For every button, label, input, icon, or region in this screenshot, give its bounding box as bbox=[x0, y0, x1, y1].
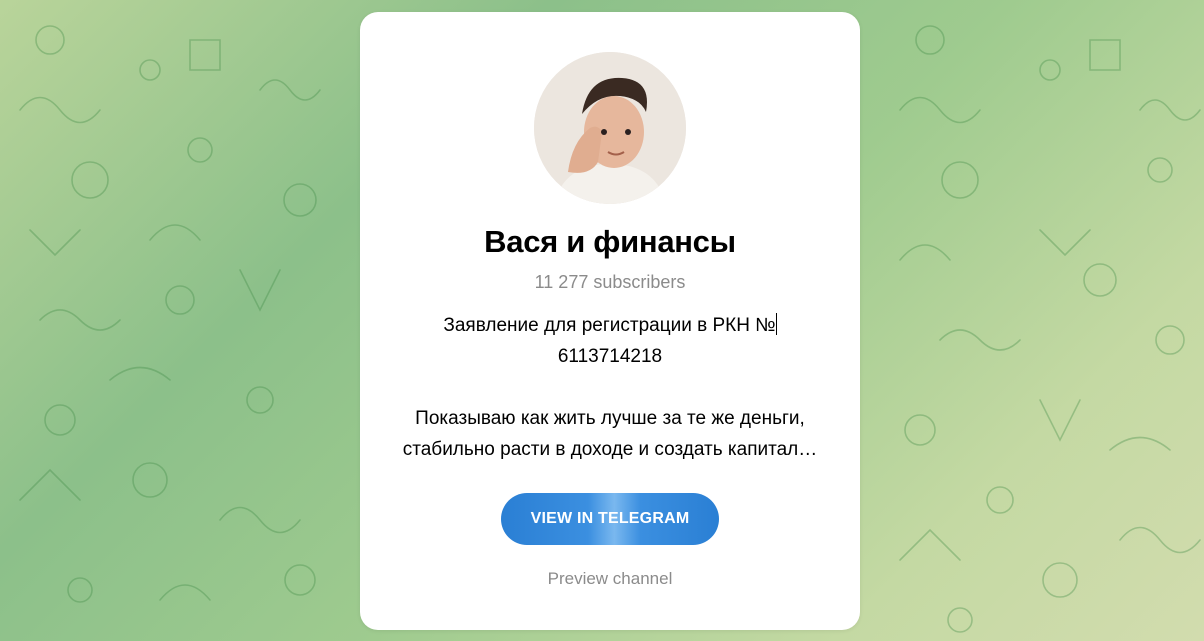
description-line: стабильно расти в доходе и создать капит… bbox=[402, 439, 818, 460]
description-text: Заявление для регистрации в РКН № bbox=[443, 315, 776, 336]
preview-channel-link[interactable]: Preview channel bbox=[360, 569, 860, 589]
channel-description: Заявление для регистрации в РКН № 611371… bbox=[390, 310, 830, 465]
description-line: Показываю как жить лучше за те же деньги… bbox=[415, 408, 805, 429]
avatar-photo-icon bbox=[534, 52, 686, 204]
channel-card: Вася и финансы 11 277 subscribers Заявле… bbox=[360, 12, 860, 630]
description-line: 6113714218 bbox=[557, 346, 663, 367]
description-line: Заявление для регистрации в РКН № bbox=[390, 310, 830, 341]
channel-title: Вася и финансы bbox=[484, 224, 736, 259]
channel-avatar bbox=[534, 52, 686, 204]
subscriber-count: 11 277 subscribers bbox=[534, 272, 686, 292]
text-caret bbox=[775, 313, 777, 335]
view-in-telegram-button[interactable]: VIEW IN TELEGRAM bbox=[501, 493, 719, 545]
